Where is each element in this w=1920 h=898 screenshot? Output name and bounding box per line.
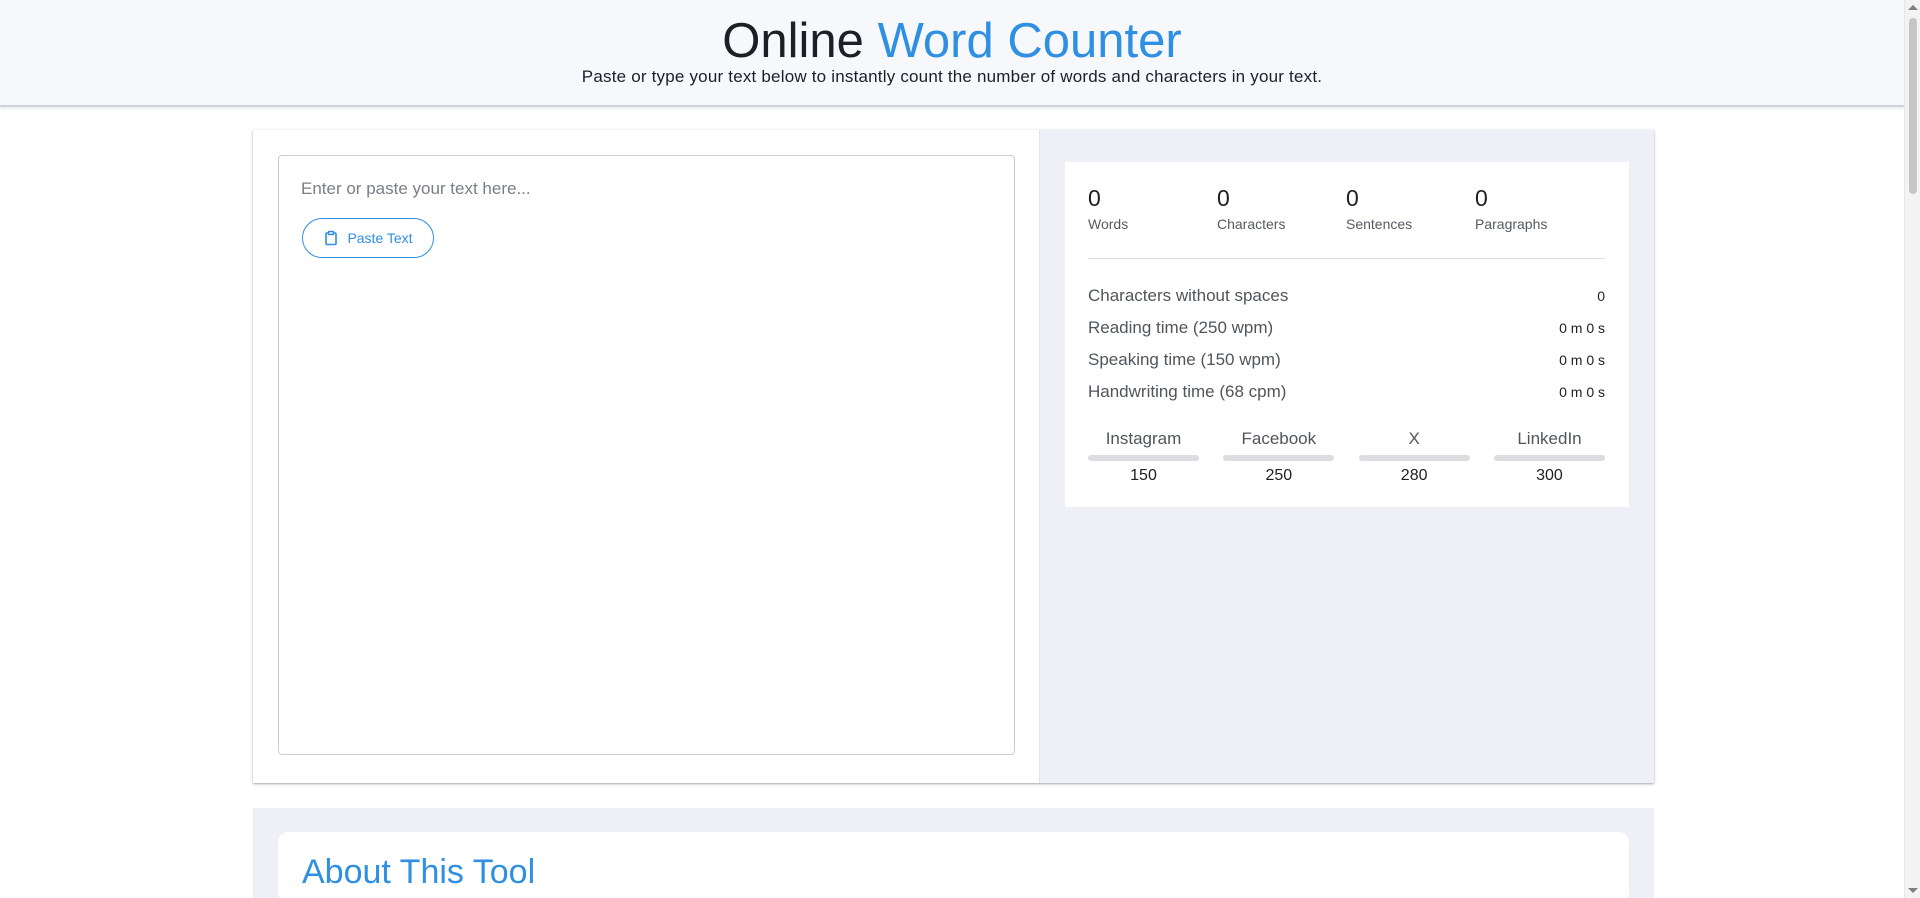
social-name: Facebook [1241,429,1317,448]
social-name: LinkedIn [1517,429,1582,448]
page-title: Online Word Counter [0,12,1904,70]
metric-value: 0 [1597,288,1605,304]
social-limit-x: X 280 [1358,429,1470,489]
metric-value: 0 m 0 s [1559,384,1605,400]
about-title: About This Tool [302,853,536,891]
word-counter-card: Paste Text 0 Words 0 Characters 0 Senten… [253,130,1654,783]
paste-text-label: Paste Text [347,230,413,246]
count-paragraphs: 0 Paragraphs [1475,184,1604,244]
paste-text-button[interactable]: Paste Text [302,218,434,258]
title-text: Online [722,14,864,68]
count-sentences: 0 Sentences [1346,184,1475,244]
metric-row: Speaking time (150 wpm) 0 m 0 s [1088,344,1605,376]
title-accent-text: Word Counter [877,14,1182,68]
social-limit-value: 280 [1400,467,1428,484]
metric-label: Handwriting time (68 cpm) [1088,382,1287,401]
site-header: Online Word Counter Paste or type your t… [0,0,1904,107]
social-progress-bar [1493,455,1605,461]
social-limits: Instagram 150 Facebook 250 X 280 LinkedI… [1088,429,1605,489]
page-subtitle: Paste or type your text below to instant… [581,67,1323,86]
stats-divider [1088,258,1605,259]
count-label: Sentences [1346,216,1413,232]
text-editor[interactable]: Paste Text [278,155,1015,755]
page-scrollbar[interactable] [1904,0,1920,898]
social-limit-facebook: Facebook 250 [1223,429,1335,489]
metric-label: Characters without spaces [1088,286,1289,305]
social-name: Instagram [1105,429,1182,448]
count-value: 0 [1475,185,1488,211]
about-card: About This Tool [278,832,1629,898]
social-limit-value: 250 [1265,467,1293,484]
metric-row: Characters without spaces 0 [1088,280,1605,312]
metric-label: Speaking time (150 wpm) [1088,350,1281,369]
about-section: About This Tool [253,808,1654,898]
social-limit-linkedin: LinkedIn 300 [1493,429,1605,489]
clipboard-icon [325,230,338,246]
scroll-down-icon[interactable] [1908,888,1918,893]
social-progress-bar [1223,455,1335,461]
count-words: 0 Words [1088,184,1217,244]
social-limit-instagram: Instagram 150 [1088,429,1199,489]
social-name: X [1408,429,1420,448]
social-limit-value: 300 [1536,467,1563,484]
counts-row: 0 Words 0 Characters 0 Sentences 0 Parag… [1088,184,1605,244]
editor-pane: Paste Text [253,130,1040,783]
metric-row: Handwriting time (68 cpm) 0 m 0 s [1088,376,1605,408]
metric-value: 0 m 0 s [1559,320,1605,336]
social-progress-bar [1088,455,1199,461]
text-input[interactable] [301,174,991,204]
stats-card: 0 Words 0 Characters 0 Sentences 0 Parag… [1065,162,1629,507]
count-value: 0 [1346,185,1359,211]
count-label: Words [1088,216,1129,232]
metric-row: Reading time (250 wpm) 0 m 0 s [1088,312,1605,344]
metrics-list: Characters without spaces 0 Reading time… [1088,280,1605,408]
metric-value: 0 m 0 s [1559,352,1605,368]
social-limit-value: 150 [1130,467,1157,484]
count-label: Paragraphs [1475,216,1548,232]
count-label: Characters [1217,216,1286,232]
count-characters: 0 Characters [1217,184,1346,244]
scroll-up-icon[interactable] [1908,5,1918,10]
stats-pane: 0 Words 0 Characters 0 Sentences 0 Parag… [1040,130,1654,783]
scroll-thumb[interactable] [1909,18,1917,194]
count-value: 0 [1088,185,1101,211]
metric-label: Reading time (250 wpm) [1088,318,1274,337]
count-value: 0 [1217,185,1230,211]
social-progress-bar [1358,455,1470,461]
